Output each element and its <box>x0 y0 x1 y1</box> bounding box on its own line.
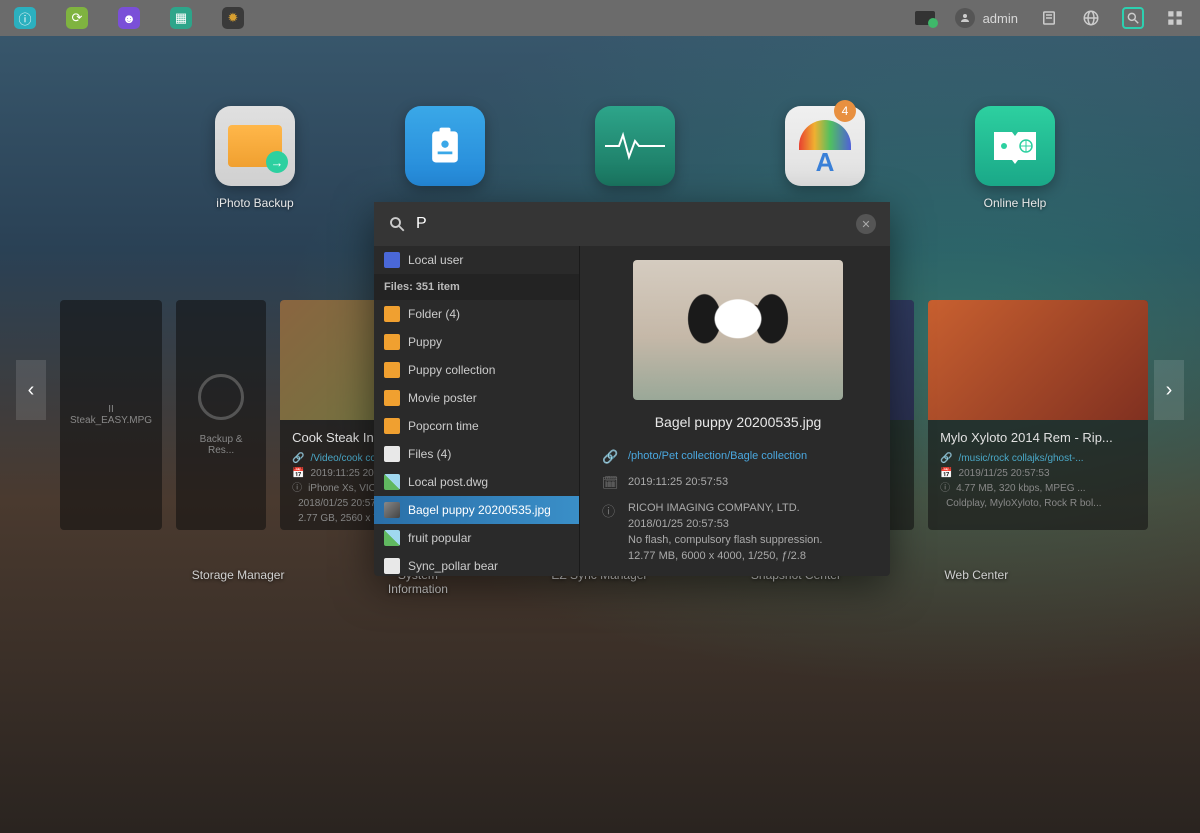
detail-date: 2019:11:25 20:57:53 <box>628 475 728 491</box>
gear-icon[interactable]: ✹ <box>222 7 244 29</box>
app-app-central[interactable]: 4 A <box>780 106 870 210</box>
image-icon <box>384 530 400 546</box>
card-thumbnail <box>928 300 1148 420</box>
result-local-user[interactable]: Local user <box>374 246 579 274</box>
result-file[interactable]: Sync_pollar bear <box>374 552 579 576</box>
folder-icon: → <box>215 106 295 186</box>
results-section-header: Files: 351 item <box>374 274 579 300</box>
app-icon <box>384 252 400 268</box>
detail-info: RICOH IMAGING COMPANY, LTD. 2018/01/25 2… <box>628 501 822 565</box>
app-label: Online Help <box>984 196 1047 210</box>
status-indicator-icon[interactable] <box>915 11 935 25</box>
user-menu[interactable]: admin <box>955 8 1018 28</box>
result-file-selected[interactable]: Bagel puppy 20200535.jpg <box>374 496 579 524</box>
result-folder[interactable]: Puppy <box>374 328 579 356</box>
file-icon <box>384 558 400 574</box>
globe-icon[interactable] <box>1080 7 1102 29</box>
detail-preview-image <box>633 260 843 400</box>
folder-icon <box>384 306 400 322</box>
close-icon[interactable]: ✕ <box>856 214 876 234</box>
folder-icon <box>384 390 400 406</box>
result-folder-group[interactable]: Folder (4) <box>374 300 579 328</box>
link-icon: 🔗 <box>602 449 618 465</box>
result-folder[interactable]: Movie poster <box>374 384 579 412</box>
search-input[interactable] <box>416 215 846 233</box>
system-topbar: ⓘ ⟳ ☻ ▦ ✹ admin <box>0 0 1200 36</box>
search-panel-header: ✕ <box>374 202 890 246</box>
heartbeat-icon <box>595 106 675 186</box>
card-date: 2019/11/25 20:57:53 <box>959 466 1050 481</box>
app-label: Storage Manager <box>192 568 285 596</box>
help-book-icon <box>975 106 1055 186</box>
search-results-list: Local user Files: 351 item Folder (4) Pu… <box>374 246 580 576</box>
carousel-side-item-left[interactable]: Backup & Res... <box>176 300 266 530</box>
dashboard-icon[interactable]: ▦ <box>170 7 192 29</box>
app-label: Web Center <box>944 568 1008 596</box>
notification-badge: 4 <box>834 100 856 122</box>
search-icon <box>388 215 406 233</box>
refresh-icon <box>198 374 244 420</box>
detail-filename: Bagel puppy 20200535.jpg <box>602 414 874 430</box>
notes-icon[interactable] <box>1038 7 1060 29</box>
folder-icon <box>384 362 400 378</box>
app-label: iPhoto Backup <box>216 196 293 210</box>
media-card[interactable]: Mylo Xyloto 2014 Rem - Rip... 🔗/music/ro… <box>928 300 1148 530</box>
widgets-icon[interactable] <box>1164 7 1186 29</box>
info-icon[interactable]: ⓘ <box>14 7 36 29</box>
result-folder[interactable]: Puppy collection <box>374 356 579 384</box>
card-info: 4.77 MB, 320 kbps, MPEG ... <box>956 481 1086 496</box>
people-icon[interactable]: ☻ <box>118 7 140 29</box>
file-icon <box>384 446 400 462</box>
app-activity-monitor[interactable] <box>590 106 680 210</box>
search-detail-pane: Bagel puppy 20200535.jpg 🔗 /photo/Pet co… <box>580 246 890 576</box>
username-label: admin <box>983 11 1018 26</box>
carousel-side-item-far-left[interactable]: II Steak_EASY.MPG <box>60 300 162 530</box>
app-control-panel[interactable] <box>400 106 490 210</box>
app-iphoto-backup[interactable]: → iPhoto Backup <box>210 106 300 210</box>
sync-icon[interactable]: ⟳ <box>66 7 88 29</box>
detail-path[interactable]: /photo/Pet collection/Bagle collection <box>628 449 807 465</box>
search-panel: ✕ Local user Files: 351 item Folder (4) … <box>374 202 890 576</box>
clipboard-id-icon <box>405 106 485 186</box>
side-card-label: II Steak_EASY.MPG <box>70 404 152 426</box>
image-icon <box>384 474 400 490</box>
topbar-right: admin <box>915 7 1186 29</box>
app-online-help[interactable]: Online Help <box>970 106 1060 210</box>
topbar-left-icons: ⓘ ⟳ ☻ ▦ ✹ <box>14 7 244 29</box>
folder-icon <box>384 334 400 350</box>
result-folder[interactable]: Popcorn time <box>374 412 579 440</box>
calendar-icon: 🗓 <box>602 475 618 491</box>
card-info: Coldplay, MyloXyloto, Rock R bol... <box>946 496 1101 511</box>
desktop-apps-row: → iPhoto Backup 4 A Online Help <box>0 36 1200 210</box>
folder-icon <box>384 418 400 434</box>
info-icon: ⓘ <box>602 501 618 520</box>
card-title: Mylo Xyloto 2014 Rem - Rip... <box>928 420 1148 451</box>
side-card-label: Backup & Res... <box>186 434 256 456</box>
result-file[interactable]: fruit popular <box>374 524 579 552</box>
card-path: /music/rock collajks/ghost-... <box>959 451 1084 466</box>
result-files-group[interactable]: Files (4) <box>374 440 579 468</box>
image-thumb-icon <box>384 502 400 518</box>
result-file[interactable]: Local post.dwg <box>374 468 579 496</box>
avatar-icon <box>955 8 975 28</box>
search-icon[interactable] <box>1122 7 1144 29</box>
